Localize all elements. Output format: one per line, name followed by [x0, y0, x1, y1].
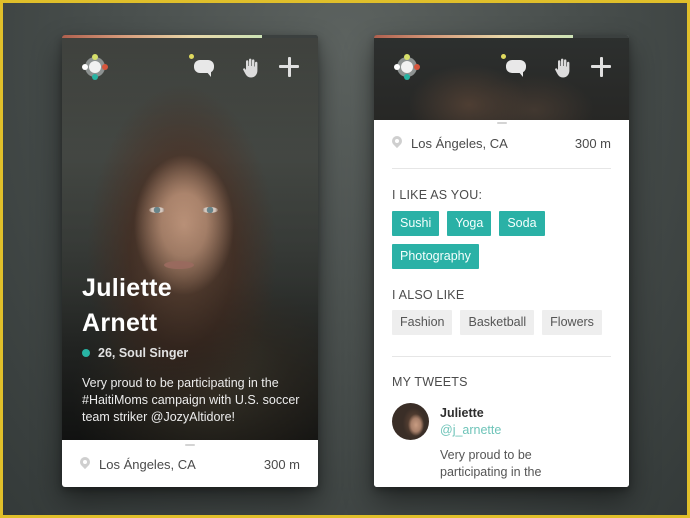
chat-bubble-shape — [506, 60, 526, 73]
plus-icon[interactable] — [277, 56, 303, 78]
hand-wave-icon[interactable] — [239, 56, 265, 78]
top-toolbar — [374, 38, 629, 98]
chat-icon[interactable] — [501, 54, 530, 78]
profile-progress-fill — [62, 35, 262, 38]
notification-dot — [501, 54, 506, 59]
drag-handle[interactable] — [496, 122, 507, 124]
details-card[interactable]: Los Ángeles, CA 300 m I LIKE AS YOU: Sus… — [374, 35, 629, 487]
logo-dot-top — [92, 54, 98, 60]
chat-bubble-tail — [206, 71, 211, 77]
tweet-handle[interactable]: @j_arnette — [440, 423, 501, 437]
chat-bubble-shape — [194, 60, 214, 73]
profile-name: Juliette Arnett — [82, 271, 172, 341]
interest-tag[interactable]: Soda — [499, 211, 545, 236]
logo-dot-right — [414, 64, 420, 70]
logo-core — [401, 61, 413, 73]
interest-tag[interactable]: Yoga — [447, 211, 492, 236]
shared-likes-tags: Sushi Yoga Soda Photography — [392, 211, 615, 277]
plus-v — [599, 57, 603, 77]
interest-tag[interactable]: Fashion — [392, 310, 453, 335]
profile-card[interactable]: Juliette Arnett 26, Soul Singer Very pro… — [62, 35, 318, 487]
profile-bio: Very proud to be participating in the #H… — [82, 376, 300, 424]
logo-dot-top — [404, 54, 410, 60]
location-pin-icon — [389, 133, 405, 150]
last-name: Arnett — [82, 309, 158, 337]
hand-wave-icon[interactable] — [551, 56, 577, 78]
location-pin-icon — [77, 454, 93, 471]
location-sheet[interactable]: Los Ángeles, CA 300 m — [62, 440, 318, 487]
tweets-label: MY TWEETS — [392, 375, 468, 389]
chat-icon[interactable] — [189, 54, 218, 78]
chat-bubble-tail — [518, 71, 523, 77]
divider — [392, 356, 611, 357]
first-name: Juliette — [82, 274, 172, 302]
location-text: Los Ángeles, CA — [411, 135, 508, 151]
hand-svg — [555, 58, 570, 78]
details-progress-bar — [374, 35, 629, 38]
location-row: Los Ángeles, CA 300 m — [77, 454, 300, 474]
tweet-author[interactable]: Juliette — [440, 406, 484, 420]
logo-core — [89, 61, 101, 73]
profile-progress-bar — [62, 35, 318, 38]
app-logo-icon[interactable] — [394, 54, 420, 80]
logo-dot-left — [82, 64, 88, 70]
plus-v — [287, 57, 291, 77]
location-row: Los Ángeles, CA 300 m — [389, 133, 611, 153]
interest-tag[interactable]: Basketball — [460, 310, 535, 335]
details-progress-fill — [374, 35, 573, 38]
drag-handle[interactable] — [185, 444, 195, 446]
tweet-text: Very proud to be participating in the — [440, 448, 542, 479]
notification-dot — [189, 54, 194, 59]
logo-dot-bottom — [404, 74, 410, 80]
interest-tag[interactable]: Flowers — [542, 310, 602, 335]
logo-dot-right — [102, 64, 108, 70]
online-status-dot — [82, 349, 90, 357]
hand-svg — [243, 58, 258, 78]
app-logo-icon[interactable] — [82, 54, 108, 80]
distance-text: 300 m — [574, 135, 611, 151]
shared-likes-label: I LIKE AS YOU: — [392, 188, 483, 202]
top-toolbar — [62, 38, 318, 98]
profile-meta: 26, Soul Singer — [82, 346, 188, 360]
logo-dot-bottom — [92, 74, 98, 80]
also-like-tags: Fashion Basketball Flowers — [392, 310, 615, 343]
also-like-label: I ALSO LIKE — [392, 288, 465, 302]
details-body[interactable]: Los Ángeles, CA 300 m I LIKE AS YOU: Sus… — [374, 120, 629, 487]
distance-text: 300 m — [263, 456, 300, 472]
location-text: Los Ángeles, CA — [99, 456, 196, 472]
divider — [392, 168, 611, 169]
interest-tag[interactable]: Photography — [392, 244, 479, 269]
age-occupation: 26, Soul Singer — [98, 346, 189, 360]
background: Juliette Arnett 26, Soul Singer Very pro… — [3, 3, 687, 515]
interest-tag[interactable]: Sushi — [392, 211, 440, 236]
logo-dot-left — [394, 64, 400, 70]
avatar[interactable] — [392, 403, 429, 440]
plus-icon[interactable] — [589, 56, 615, 78]
